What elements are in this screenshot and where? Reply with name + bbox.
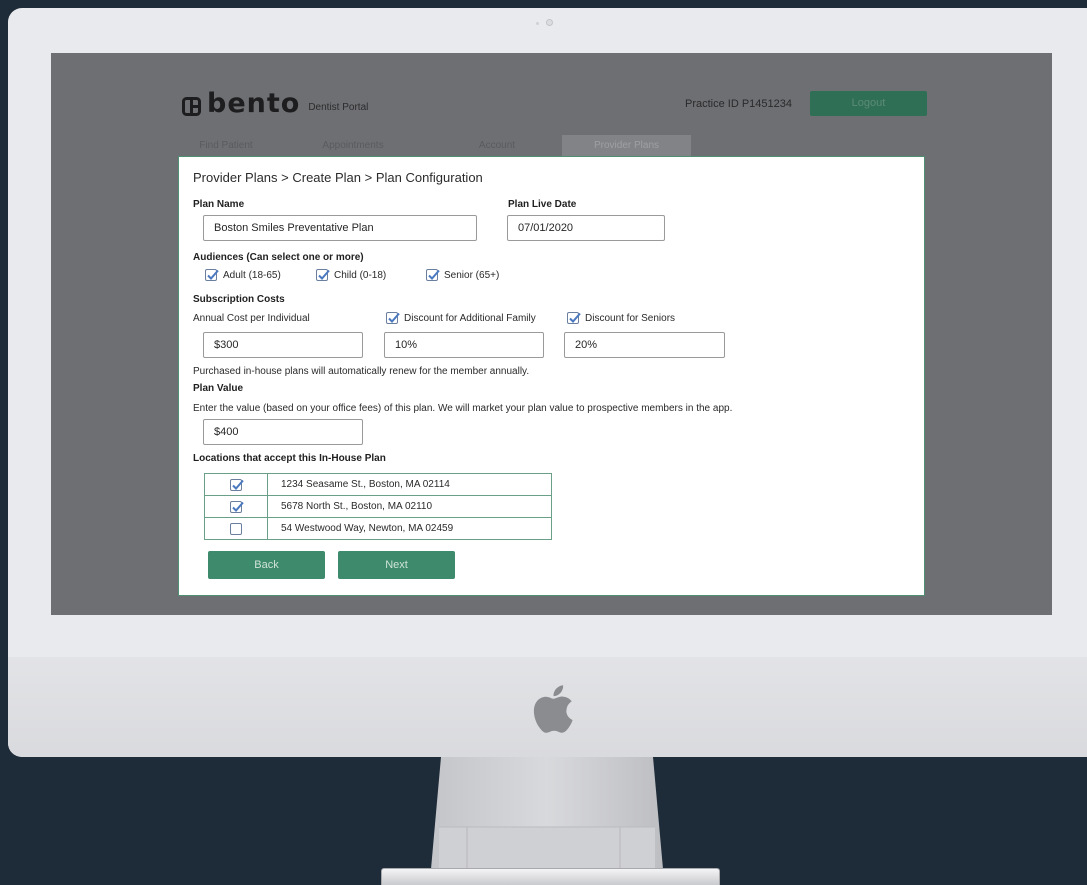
location-2-checkbox[interactable] [230, 500, 244, 513]
tab-appointments[interactable]: Appointments [274, 135, 432, 157]
camera-icon [546, 19, 553, 26]
brand-subtitle: Dentist Portal [308, 102, 369, 113]
checkbox-checked-icon [426, 269, 440, 281]
plan-live-date-label: Plan Live Date [508, 199, 577, 210]
brand: bento Dentist Portal [182, 90, 368, 118]
locations-label: Locations that accept this In-House Plan [193, 453, 386, 464]
location-address: 54 Westwood Way, Newton, MA 02459 [267, 517, 552, 540]
location-1-checkbox[interactable] [230, 478, 244, 491]
logout-button[interactable]: Logout [810, 91, 927, 116]
tab-find-patient[interactable]: Find Patient [178, 135, 274, 157]
audience-adult-checkbox[interactable]: Adult (18-65) [205, 269, 281, 281]
plan-live-date-input[interactable] [507, 215, 665, 241]
checkbox-checked-icon [316, 269, 330, 281]
plan-name-label: Plan Name [193, 199, 245, 210]
screen: bento Dentist Portal Practice ID P145123… [51, 53, 1052, 615]
checkbox-checked-icon [567, 312, 581, 324]
location-3-checkbox[interactable] [230, 522, 242, 535]
back-button[interactable]: Back [208, 551, 325, 579]
checkbox-checked-icon [386, 312, 400, 324]
audience-child-checkbox[interactable]: Child (0-18) [316, 269, 386, 281]
tab-provider-plans[interactable]: Provider Plans [562, 135, 691, 157]
audience-adult-label: Adult (18-65) [223, 269, 281, 281]
annual-cost-input[interactable] [203, 332, 363, 358]
table-row: 1234 Seasame St., Boston, MA 02114 [204, 473, 552, 496]
plan-name-input[interactable] [203, 215, 477, 241]
practice-id: Practice ID P1451234 [685, 98, 793, 110]
table-row: 5678 North St., Boston, MA 02110 [204, 495, 552, 518]
locations-table: 1234 Seasame St., Boston, MA 02114 5678 … [204, 473, 552, 540]
checkbox-checked-icon [205, 269, 219, 281]
audience-child-label: Child (0-18) [334, 269, 387, 281]
apple-logo-icon [533, 685, 573, 733]
family-discount-input[interactable] [384, 332, 544, 358]
brand-name: bento [207, 88, 301, 119]
audiences-label: Audiences (Can select one or more) [193, 252, 364, 263]
next-button[interactable]: Next [338, 551, 455, 579]
renew-note: Purchased in-house plans will automatica… [193, 366, 530, 377]
imac-stand [431, 757, 663, 869]
tab-account[interactable]: Account [432, 135, 562, 157]
bento-logo-icon [182, 97, 201, 116]
location-address: 1234 Seasame St., Boston, MA 02114 [267, 473, 552, 496]
family-discount-checkbox[interactable]: Discount for Additional Family [386, 312, 536, 324]
location-address: 5678 North St., Boston, MA 02110 [267, 495, 552, 518]
breadcrumb: Provider Plans > Create Plan > Plan Conf… [193, 170, 483, 185]
plan-value-input[interactable] [203, 419, 363, 445]
plan-value-label: Plan Value [193, 383, 244, 394]
audience-senior-checkbox[interactable]: Senior (65+) [426, 269, 499, 281]
subscription-costs-label: Subscription Costs [193, 294, 285, 305]
audience-senior-label: Senior (65+) [444, 269, 500, 281]
annual-cost-label: Annual Cost per Individual [193, 313, 310, 324]
nav-tabs: Find Patient Appointments Account Provid… [178, 135, 691, 157]
sensor-dot [536, 22, 539, 25]
family-discount-label: Discount for Additional Family [404, 312, 536, 324]
senior-discount-input[interactable] [564, 332, 725, 358]
table-row: 54 Westwood Way, Newton, MA 02459 [204, 517, 552, 540]
senior-discount-checkbox[interactable]: Discount for Seniors [567, 312, 675, 324]
senior-discount-label: Discount for Seniors [585, 312, 676, 324]
imac-stand-base [381, 868, 720, 885]
plan-configuration-panel: Provider Plans > Create Plan > Plan Conf… [178, 156, 925, 596]
plan-value-note: Enter the value (based on your office fe… [193, 403, 733, 414]
